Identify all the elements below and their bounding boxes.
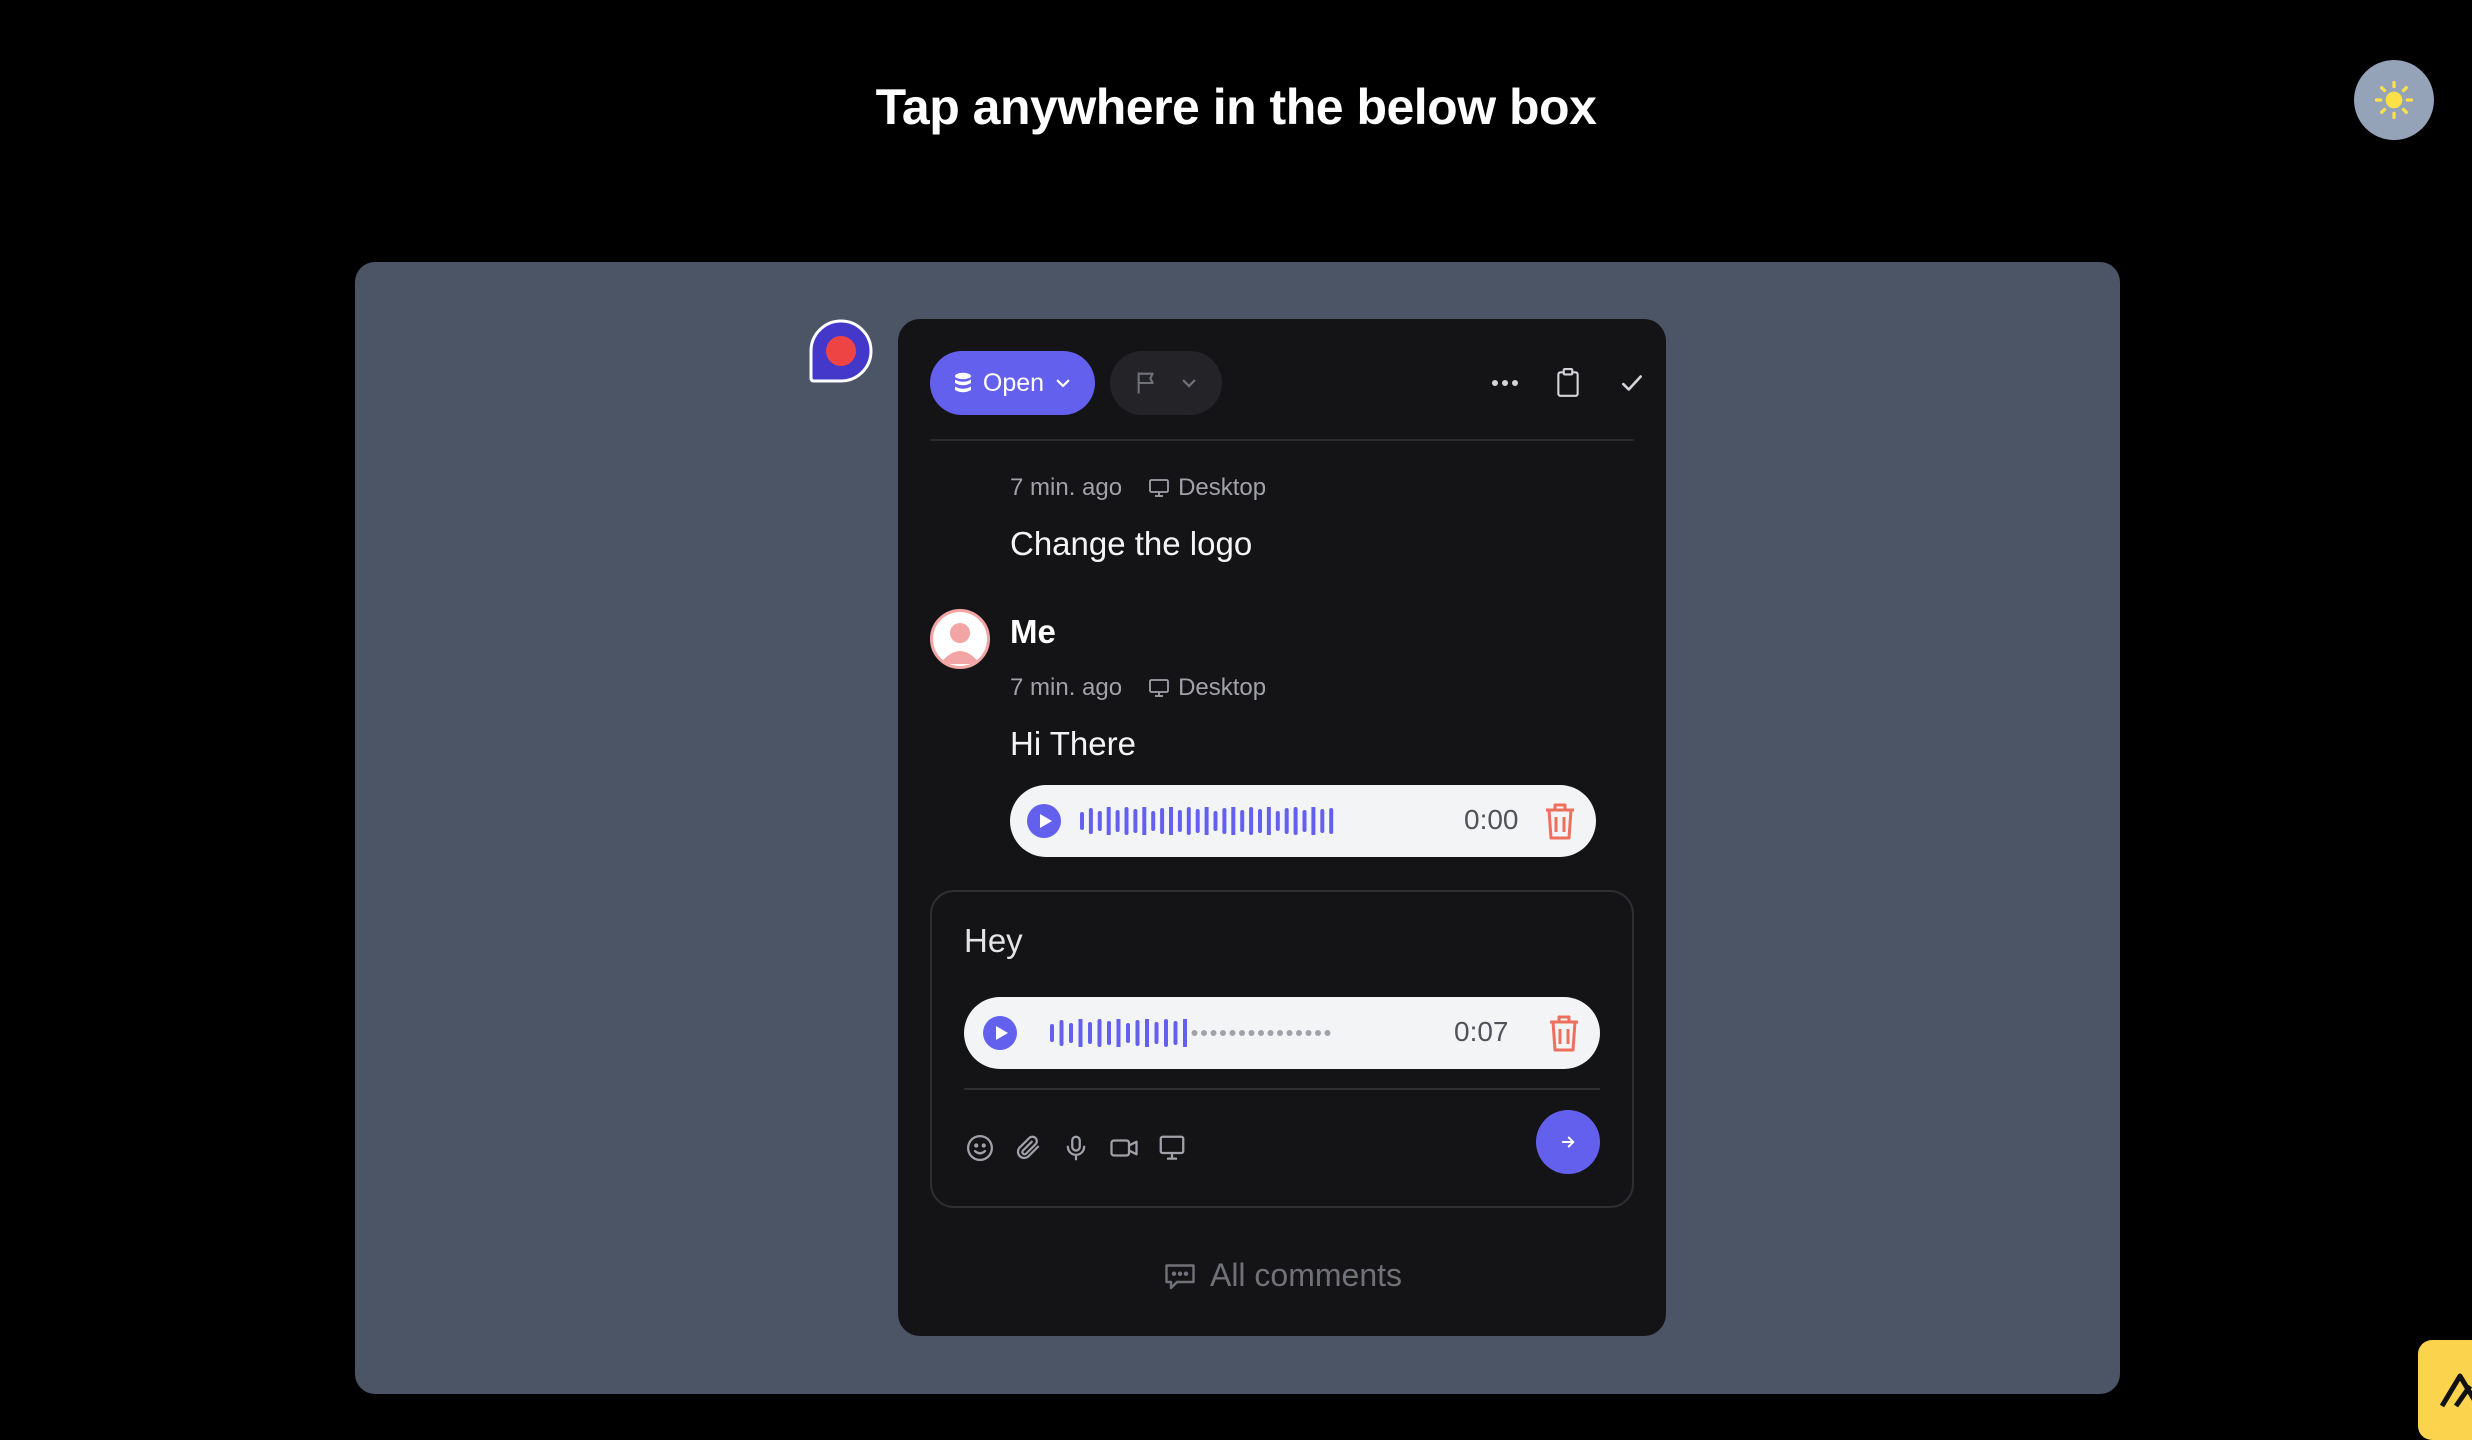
comment-composer: Hey 0:07 (930, 890, 1634, 1208)
logo-icon (2439, 1373, 2472, 1408)
all-comments-link[interactable]: All comments (898, 1257, 1666, 1294)
screen-icon (1159, 1135, 1185, 1160)
emoji-icon (967, 1135, 993, 1161)
comment-time: 7 min. ago (1010, 674, 1123, 701)
wave-dot (1191, 1030, 1198, 1036)
desktop-icon (1149, 679, 1169, 697)
sun-icon (2374, 80, 2414, 120)
corner-widget[interactable] (2418, 1340, 2472, 1440)
status-label: Open (982, 368, 1045, 397)
record-audio-button[interactable] (1060, 1132, 1092, 1164)
send-button[interactable] (1536, 1110, 1600, 1174)
more-options-button[interactable] (1485, 363, 1525, 403)
attach-button[interactable] (1012, 1132, 1044, 1164)
audio-duration: 0:00 (1464, 804, 1519, 835)
wave-dot (1210, 1030, 1217, 1036)
priority-dropdown[interactable] (1110, 351, 1222, 415)
database-icon (954, 372, 971, 393)
audio-waveform[interactable] (1050, 1019, 1350, 1047)
wave-dot (1315, 1030, 1321, 1036)
arrow-right-icon (1561, 1136, 1575, 1148)
composer-tools (964, 1132, 1188, 1164)
trash-icon[interactable] (1546, 1013, 1582, 1053)
comment-input[interactable]: Hey (964, 922, 1023, 960)
wave-dot (1286, 1030, 1293, 1036)
comments-icon (1165, 1263, 1195, 1289)
video-icon (1110, 1139, 1138, 1157)
wave-dot (1229, 1030, 1236, 1036)
copy-button[interactable] (1548, 363, 1588, 403)
chevron-down-icon (1182, 379, 1196, 388)
audio-duration: 0:07 (1454, 1016, 1509, 1047)
status-dropdown[interactable]: Open (930, 351, 1095, 415)
device-tag: Desktop (1148, 674, 1266, 702)
check-icon (1622, 375, 1642, 391)
wave-dot (1305, 1030, 1312, 1036)
composer-divider (964, 1088, 1600, 1090)
all-comments-label: All comments (1209, 1257, 1403, 1293)
device-tag: Desktop (1148, 474, 1266, 502)
device-label: Desktop (1178, 674, 1267, 701)
comment-panel: Open 7 min. ago Desktop Change the logo … (898, 319, 1666, 1336)
screen-capture-button[interactable] (1156, 1132, 1188, 1164)
microphone-icon (1066, 1135, 1086, 1161)
wave-dot (1220, 1030, 1226, 1036)
comment-pin-icon[interactable] (808, 318, 874, 384)
wave-dot (1296, 1030, 1302, 1036)
wave-dot (1258, 1030, 1264, 1036)
chevron-down-icon (1056, 379, 1070, 388)
attachment-icon (1016, 1135, 1040, 1160)
wave-dot (1201, 1030, 1207, 1036)
panel-toolbar: Open (930, 351, 1642, 415)
emoji-button[interactable] (964, 1132, 996, 1164)
page-title: Tap anywhere in the below box (875, 79, 1597, 135)
audio-recording: 0:07 (964, 997, 1600, 1069)
comment-text: Change the logo (1010, 525, 1253, 562)
comment-text: Hi There (1010, 725, 1136, 762)
audio-player: 0:00 (1010, 785, 1596, 857)
play-icon[interactable] (982, 1015, 1018, 1051)
theme-toggle-button[interactable] (2354, 60, 2434, 140)
trash-icon[interactable] (1542, 801, 1578, 841)
comment-meta: 7 min. ago Desktop (1010, 474, 1266, 502)
comment-meta: 7 min. ago Desktop (1010, 674, 1266, 702)
toolbar-divider (930, 439, 1634, 441)
record-video-button[interactable] (1108, 1132, 1140, 1164)
desktop-icon (1149, 479, 1169, 497)
clipboard-icon (1557, 368, 1579, 397)
wave-dot (1324, 1030, 1331, 1036)
more-icon (1492, 380, 1518, 386)
comment-time: 7 min. ago (1010, 474, 1123, 501)
audio-waveform[interactable] (1080, 807, 1340, 835)
wave-dot (1239, 1030, 1245, 1036)
device-label: Desktop (1178, 474, 1267, 501)
comment-author: Me (1010, 613, 1056, 650)
play-icon[interactable] (1026, 803, 1062, 839)
wave-dot (1267, 1030, 1274, 1036)
resolve-button[interactable] (1612, 363, 1652, 403)
wave-dot (1248, 1030, 1255, 1036)
avatar (930, 609, 990, 669)
wave-dot (1277, 1030, 1283, 1036)
flag-icon (1137, 372, 1154, 394)
